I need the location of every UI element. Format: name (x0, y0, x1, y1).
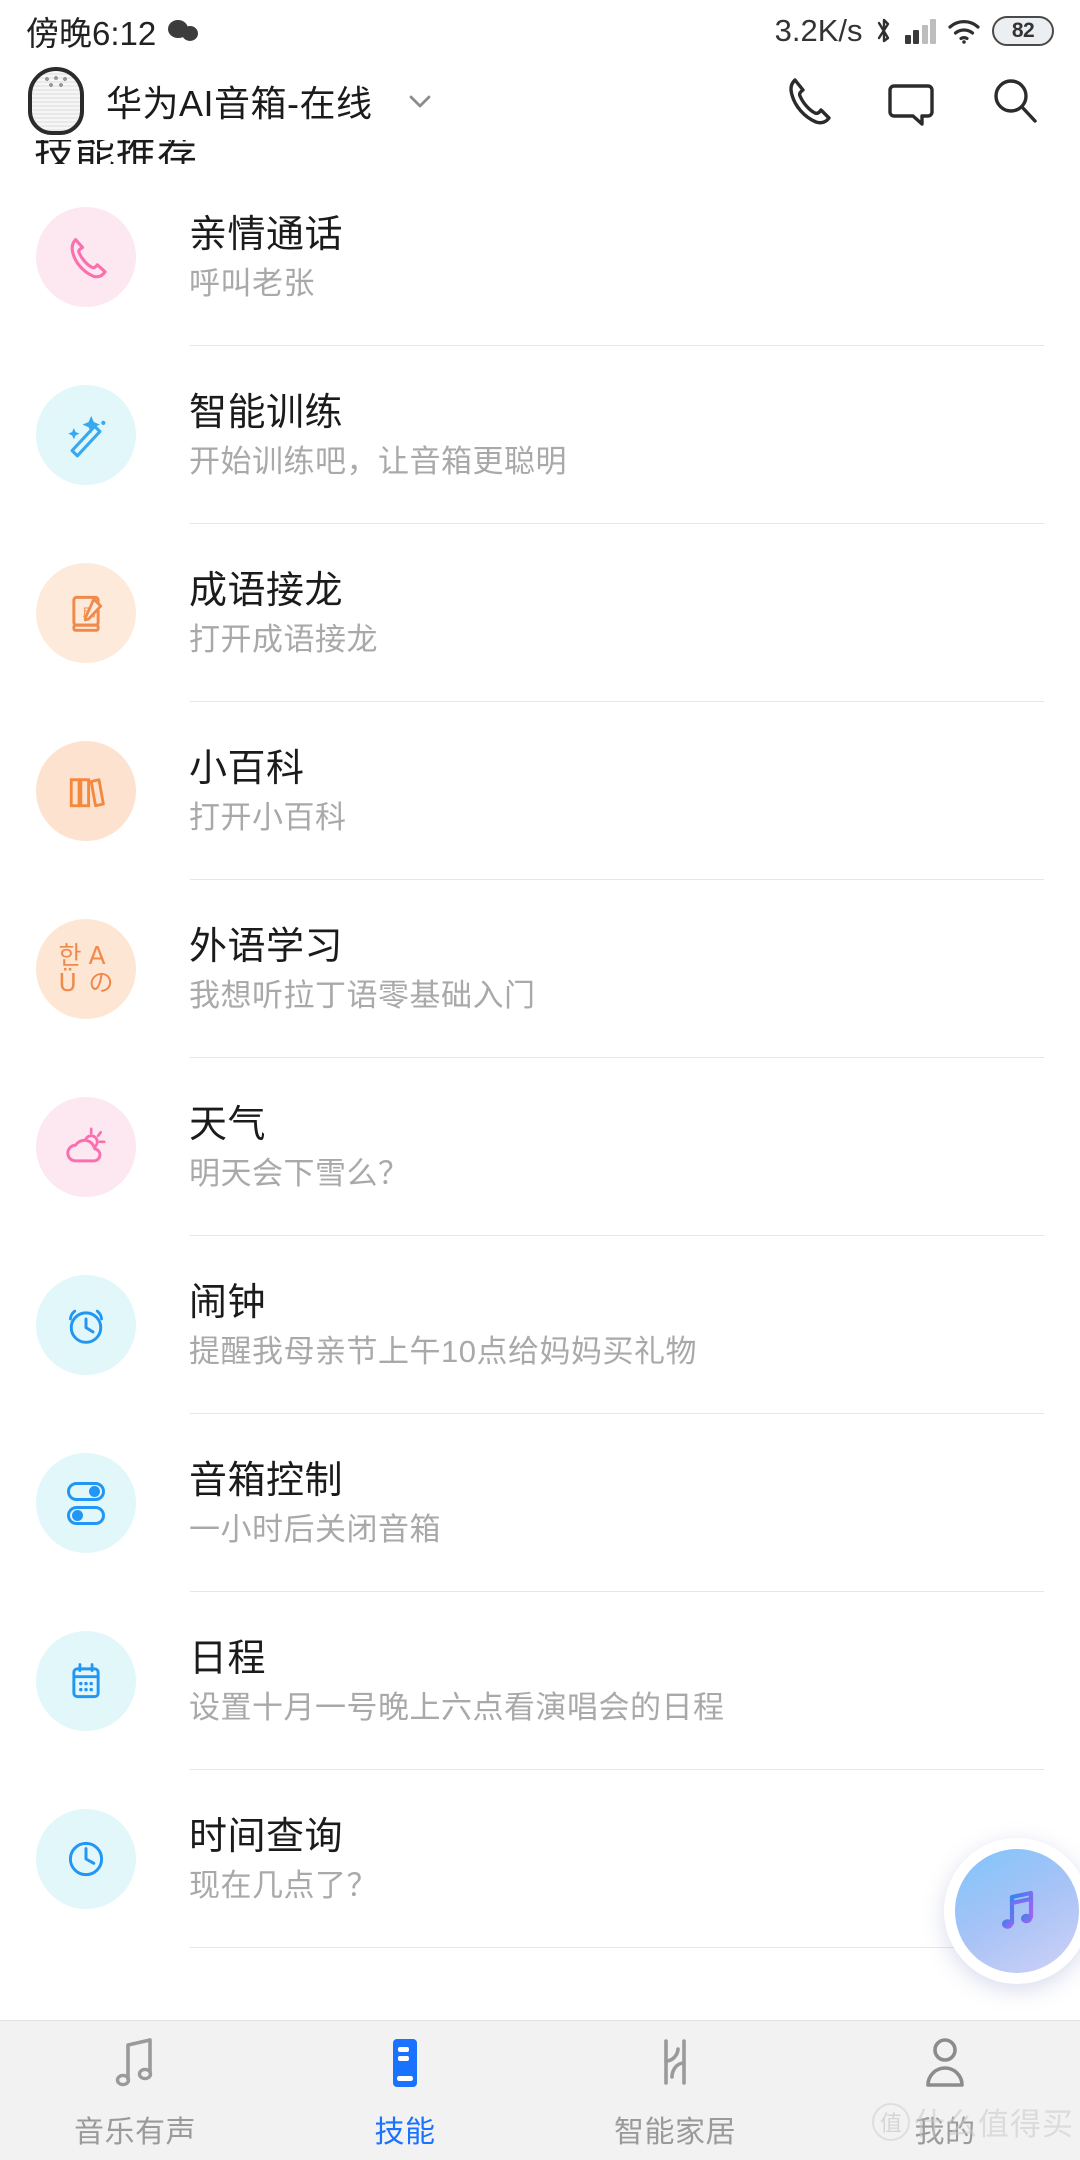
glyph-kana: の (88, 968, 114, 997)
message-icon[interactable] (882, 72, 940, 130)
books-icon (36, 741, 136, 841)
speaker-skill-icon (374, 2031, 436, 2093)
idiom-book-pencil-icon: 成 (36, 563, 136, 663)
nav-tab-music[interactable]: 音乐有声 (0, 2021, 270, 2160)
clock-icon (36, 1809, 136, 1909)
speaker-toggle-control-icon (36, 1453, 136, 1553)
floating-music-button[interactable] (944, 1838, 1080, 1984)
list-item[interactable]: 日程 设置十月一号晚上六点看演唱会的日程 (0, 1592, 1080, 1770)
battery-indicator: 82 (992, 16, 1054, 46)
list-item-subtitle: 打开成语接龙 (189, 621, 378, 657)
list-item[interactable]: 时间查询 现在几点了？ (0, 1770, 1080, 1948)
nav-label: 智能家居 (614, 2115, 736, 2149)
glyph-umlaut: Ü (58, 968, 77, 997)
list-item-title: 日程 (189, 1637, 267, 1680)
list-item-title: 智能训练 (189, 391, 344, 434)
magic-wand-sparkle-icon (36, 385, 136, 485)
list-item[interactable]: 小百科 打开小百科 (0, 702, 1080, 880)
search-icon[interactable] (986, 72, 1044, 130)
battery-level-label: 82 (1011, 19, 1035, 42)
section-title: 技能推荐 (34, 140, 198, 164)
list-item[interactable]: 智能训练 开始训练吧，让音箱更聪明 (0, 346, 1080, 524)
list-item-text: 成语接龙 打开成语接龙 (189, 572, 378, 655)
music-note-icon (955, 1849, 1079, 1973)
list-item[interactable]: 闹钟 提醒我母亲节上午10点给妈妈买礼物 (0, 1236, 1080, 1414)
status-time: 傍晚6:12 (26, 15, 157, 52)
wechat-bubbles-icon (168, 18, 202, 44)
sun-cloud-weather-icon (36, 1097, 136, 1197)
toggle-pair (67, 1481, 105, 1525)
list-item-text: 天气 明天会下雪么？ (189, 1106, 410, 1189)
calendar-icon (36, 1631, 136, 1731)
app-screen: 傍晚6:12 3.2K/s 82 华为AI音箱-在线 技能推荐 亲情通话 呼叫老… (0, 0, 1080, 2160)
list-item-subtitle: 我想听拉丁语零基础入门 (189, 977, 536, 1013)
glyph-hangul: 한 (58, 941, 82, 970)
network-speed-label: 3.2K/s (774, 13, 863, 48)
list-item[interactable]: 成 成语接龙 打开成语接龙 (0, 524, 1080, 702)
nav-label: 我的 (914, 2115, 976, 2149)
list-item-text: 日程 设置十月一号晚上六点看演唱会的日程 (189, 1640, 725, 1723)
list-item-text: 时间查询 现在几点了？ (189, 1818, 378, 1901)
language-characters-icon: 한 A Ü の (36, 919, 136, 1019)
list-item-text: 外语学习 我想听拉丁语零基础入门 (189, 928, 536, 1011)
list-item-text: 小百科 打开小百科 (189, 750, 347, 833)
bluetooth-icon (874, 16, 894, 46)
list-item-subtitle: 提醒我母亲节上午10点给妈妈买礼物 (189, 1333, 697, 1369)
list-item-title: 时间查询 (189, 1815, 344, 1858)
nav-label: 音乐有声 (74, 2115, 196, 2149)
toggle-on-icon (67, 1481, 105, 1501)
smart-home-icon (644, 2031, 706, 2093)
list-item-text: 闹钟 提醒我母亲节上午10点给妈妈买礼物 (189, 1284, 697, 1367)
list-item-text: 亲情通话 呼叫老张 (189, 216, 343, 299)
user-profile-icon (914, 2031, 976, 2093)
nav-tab-profile[interactable]: 我的 (810, 2021, 1080, 2160)
device-name-label: 华为AI音箱-在线 (106, 83, 373, 124)
list-item-title: 外语学习 (189, 925, 344, 968)
smart-speaker-icon (28, 67, 84, 135)
bottom-navigation: 音乐有声 技能 智能家居 我的 值 什么值得买 (0, 2020, 1080, 2160)
status-bar-right: 3.2K/s 82 (775, 13, 1054, 49)
list-item-title: 亲情通话 (189, 213, 344, 256)
list-item-subtitle: 现在几点了？ (189, 1867, 378, 1903)
glyph-latin: A (88, 941, 106, 970)
list-item-title: 闹钟 (189, 1281, 267, 1324)
list-item-subtitle: 明天会下雪么？ (189, 1155, 410, 1191)
row-divider (190, 1946, 1044, 1948)
music-notes-icon (104, 2031, 166, 2093)
list-item-subtitle: 设置十月一号晚上六点看演唱会的日程 (189, 1689, 725, 1725)
nav-label: 技能 (374, 2115, 436, 2149)
toggle-off-icon (67, 1505, 105, 1525)
list-item-title: 音箱控制 (189, 1459, 344, 1502)
list-item-subtitle: 呼叫老张 (189, 265, 315, 301)
status-bar: 傍晚6:12 3.2K/s 82 (0, 0, 1080, 62)
app-header: 华为AI音箱-在线 (0, 62, 1080, 140)
alarm-clock-icon (36, 1275, 136, 1375)
cellular-signal-icon (904, 18, 936, 44)
header-actions (778, 72, 1052, 130)
list-item-subtitle: 一小时后关闭音箱 (189, 1511, 441, 1547)
list-item[interactable]: 天气 明天会下雪么？ (0, 1058, 1080, 1236)
status-bar-left: 傍晚6:12 (26, 7, 202, 55)
nav-tab-smart-home[interactable]: 智能家居 (540, 2021, 810, 2160)
list-item-subtitle: 开始训练吧，让音箱更聪明 (189, 443, 567, 479)
list-item-text: 智能训练 开始训练吧，让音箱更聪明 (189, 394, 567, 477)
list-item[interactable]: 音箱控制 一小时后关闭音箱 (0, 1414, 1080, 1592)
call-icon[interactable] (778, 72, 836, 130)
list-item[interactable]: 亲情通话 呼叫老张 (0, 168, 1080, 346)
phone-call-icon (36, 207, 136, 307)
list-item-title: 小百科 (189, 747, 305, 790)
device-selector[interactable]: 华为AI音箱-在线 (28, 67, 778, 135)
list-item-title: 天气 (189, 1103, 267, 1146)
section-header-clipped: 技能推荐 (0, 140, 1080, 164)
list-item[interactable]: 한 A Ü の 外语学习 我想听拉丁语零基础入门 (0, 880, 1080, 1058)
wifi-icon (947, 18, 981, 44)
language-glyph-grid: 한 A Ü の (58, 943, 113, 995)
list-item-text: 音箱控制 一小时后关闭音箱 (189, 1462, 441, 1545)
skill-list[interactable]: 亲情通话 呼叫老张 智能训练 开始训练吧，让音箱更聪明 成语接龙 打开成语接龙 … (0, 168, 1080, 2020)
list-item-subtitle: 打开小百科 (189, 799, 347, 835)
nav-tab-skills[interactable]: 技能 (270, 2021, 540, 2160)
list-item-title: 成语接龙 (189, 569, 344, 612)
chevron-down-icon[interactable] (405, 86, 435, 116)
